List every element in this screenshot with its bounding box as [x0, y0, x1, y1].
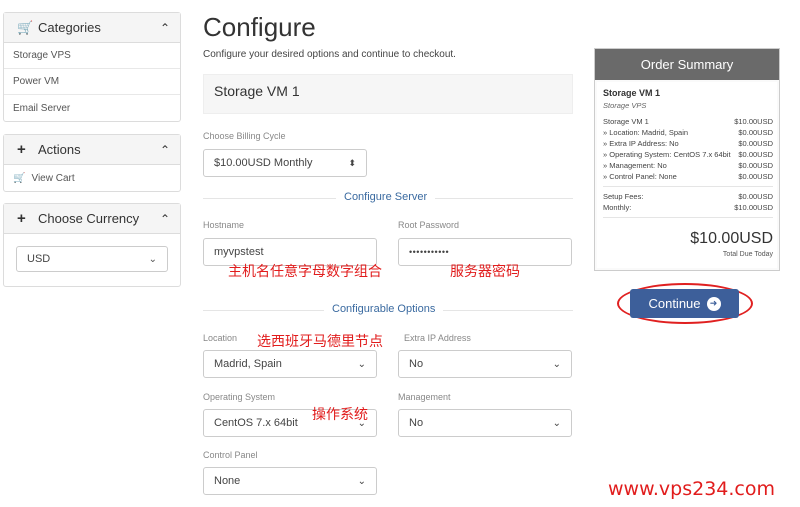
- location-value: Madrid, Spain: [214, 358, 282, 370]
- location-select[interactable]: Madrid, Spain ⌄: [203, 350, 377, 378]
- summary-row-value: $0.00USD: [738, 139, 773, 148]
- configurable-options-heading: Configurable Options: [324, 303, 444, 315]
- chevron-down-icon: ⌄: [148, 253, 157, 265]
- cart-icon: 🛒: [13, 172, 26, 184]
- chevron-down-icon: ⌄: [357, 358, 366, 370]
- extra-ip-label: Extra IP Address: [404, 333, 471, 343]
- categories-title: Categories: [38, 20, 101, 35]
- continue-label: Continue: [648, 296, 701, 311]
- chevron-down-icon: ⌄: [357, 475, 366, 487]
- order-summary-title: Order Summary: [595, 49, 779, 80]
- summary-row-value: $0.00USD: [738, 150, 773, 159]
- sidebar-item-email-server[interactable]: Email Server: [4, 95, 180, 121]
- root-password-label: Root Password: [398, 220, 460, 230]
- location-annotation: 选西班牙马德里节点: [257, 334, 383, 350]
- categories-header[interactable]: 🛒 Categories ⌃: [4, 13, 180, 43]
- summary-row-value: $0.00USD: [738, 172, 773, 181]
- plus-icon: +: [17, 210, 26, 227]
- categories-panel: 🛒 Categories ⌃ Storage VPS Power VM Emai…: [3, 12, 181, 122]
- extra-ip-select[interactable]: No ⌄: [398, 350, 572, 378]
- view-cart-label: View Cart: [31, 172, 75, 184]
- setup-fees-row: Setup Fees: $0.00USD: [603, 191, 773, 202]
- location-label: Location: [203, 333, 238, 343]
- summary-divider: [603, 217, 773, 218]
- summary-row: » Location: Madrid, Spain $0.00USD: [603, 127, 773, 138]
- arrow-right-icon: ➜: [706, 296, 721, 311]
- summary-row: » Extra IP Address: No $0.00USD: [603, 138, 773, 149]
- summary-row: » Control Panel: None $0.00USD: [603, 171, 773, 182]
- chevron-down-icon: ⌄: [552, 358, 561, 370]
- summary-total-due-label: Total Due Today: [722, 251, 773, 258]
- currency-value: USD: [27, 253, 51, 265]
- currency-title: Choose Currency: [38, 211, 140, 226]
- product-name: Storage VM 1: [203, 74, 573, 114]
- billing-cycle-select[interactable]: $10.00USD Monthly ⬍: [203, 149, 367, 177]
- summary-row: » Operating System: CentOS 7.x 64bit $0.0…: [603, 149, 773, 160]
- actions-header[interactable]: + Actions ⌃: [4, 135, 180, 165]
- summary-total: $10.00USD: [690, 230, 773, 247]
- summary-group: Storage VPS: [603, 101, 647, 110]
- configure-server-heading: Configure Server: [336, 191, 436, 203]
- sidebar-item-storage-vps[interactable]: Storage VPS: [4, 43, 180, 69]
- hostname-value: myvpstest: [214, 246, 264, 258]
- summary-row-value: $0.00USD: [738, 128, 773, 137]
- management-value: No: [409, 417, 424, 429]
- summary-row-label: Storage VM 1: [603, 117, 649, 126]
- password-annotation: 服务器密码: [450, 264, 520, 280]
- hostname-label: Hostname: [203, 220, 245, 230]
- monthly-row: Monthly: $10.00USD: [603, 202, 773, 213]
- summary-rows: Storage VM 1 $10.00USD » Location: Madrid…: [603, 116, 773, 182]
- view-cart-link[interactable]: 🛒 View Cart: [4, 165, 180, 191]
- summary-divider: [603, 186, 773, 187]
- setup-fees-value: $0.00USD: [738, 192, 773, 201]
- control-panel-value: None: [214, 475, 241, 487]
- hostname-annotation: 主机名任意字母数字组合: [228, 264, 382, 280]
- continue-button[interactable]: Continue ➜: [630, 289, 739, 318]
- summary-row-value: $0.00USD: [738, 161, 773, 170]
- summary-product: Storage VM 1: [603, 88, 661, 98]
- page-subtitle: Configure your desired options and conti…: [203, 49, 456, 60]
- management-label: Management: [398, 392, 451, 402]
- control-panel-select[interactable]: None ⌄: [203, 467, 377, 495]
- summary-row: » Management: No $0.00USD: [603, 160, 773, 171]
- os-value: CentOS 7.x 64bit: [214, 417, 298, 429]
- plus-icon: +: [17, 141, 26, 158]
- page-title: Configure: [203, 12, 316, 42]
- actions-title: Actions: [38, 142, 81, 157]
- setup-fees-label: Setup Fees:: [603, 192, 644, 201]
- cart-icon: 🛒: [17, 19, 34, 35]
- control-panel-label: Control Panel: [203, 450, 258, 460]
- actions-panel: + Actions ⌃ 🛒 View Cart: [3, 134, 181, 192]
- monthly-value: $10.00USD: [734, 203, 773, 212]
- currency-header[interactable]: + Choose Currency ⌃: [4, 204, 180, 234]
- billing-cycle-label: Choose Billing Cycle: [203, 131, 286, 141]
- sidebar-item-power-vm[interactable]: Power VM: [4, 69, 180, 95]
- currency-select[interactable]: USD ⌄: [16, 246, 168, 272]
- root-password-value: •••••••••••: [409, 247, 450, 257]
- currency-select-wrap: USD ⌄: [4, 234, 180, 286]
- summary-row-label: » Control Panel: None: [603, 172, 677, 181]
- summary-row-label: » Extra IP Address: No: [603, 139, 679, 148]
- os-label: Operating System: [203, 392, 276, 402]
- chevron-down-icon: ⌄: [552, 417, 561, 429]
- os-annotation: 操作系统: [312, 407, 368, 423]
- summary-row-label: » Management: No: [603, 161, 667, 170]
- sort-icon: ⬍: [348, 157, 356, 168]
- summary-row-value: $10.00USD: [734, 117, 773, 126]
- management-select[interactable]: No ⌄: [398, 409, 572, 437]
- order-summary: Order Summary Storage VM 1 Storage VPS S…: [594, 48, 780, 271]
- watermark: www.vps234.com: [608, 478, 776, 500]
- chevron-up-icon[interactable]: ⌃: [160, 212, 170, 226]
- billing-cycle-value: $10.00USD Monthly: [214, 157, 313, 169]
- order-summary-body: Storage VM 1 Storage VPS Storage VM 1 $10…: [597, 82, 777, 268]
- extra-ip-value: No: [409, 358, 424, 370]
- summary-row-label: » Operating System: CentOS 7.x 64bit: [603, 150, 731, 159]
- chevron-up-icon[interactable]: ⌃: [160, 21, 170, 35]
- currency-panel: + Choose Currency ⌃ USD ⌄: [3, 203, 181, 287]
- chevron-up-icon[interactable]: ⌃: [160, 143, 170, 157]
- summary-row-label: » Location: Madrid, Spain: [603, 128, 689, 137]
- monthly-label: Monthly:: [603, 203, 632, 212]
- summary-row: Storage VM 1 $10.00USD: [603, 116, 773, 127]
